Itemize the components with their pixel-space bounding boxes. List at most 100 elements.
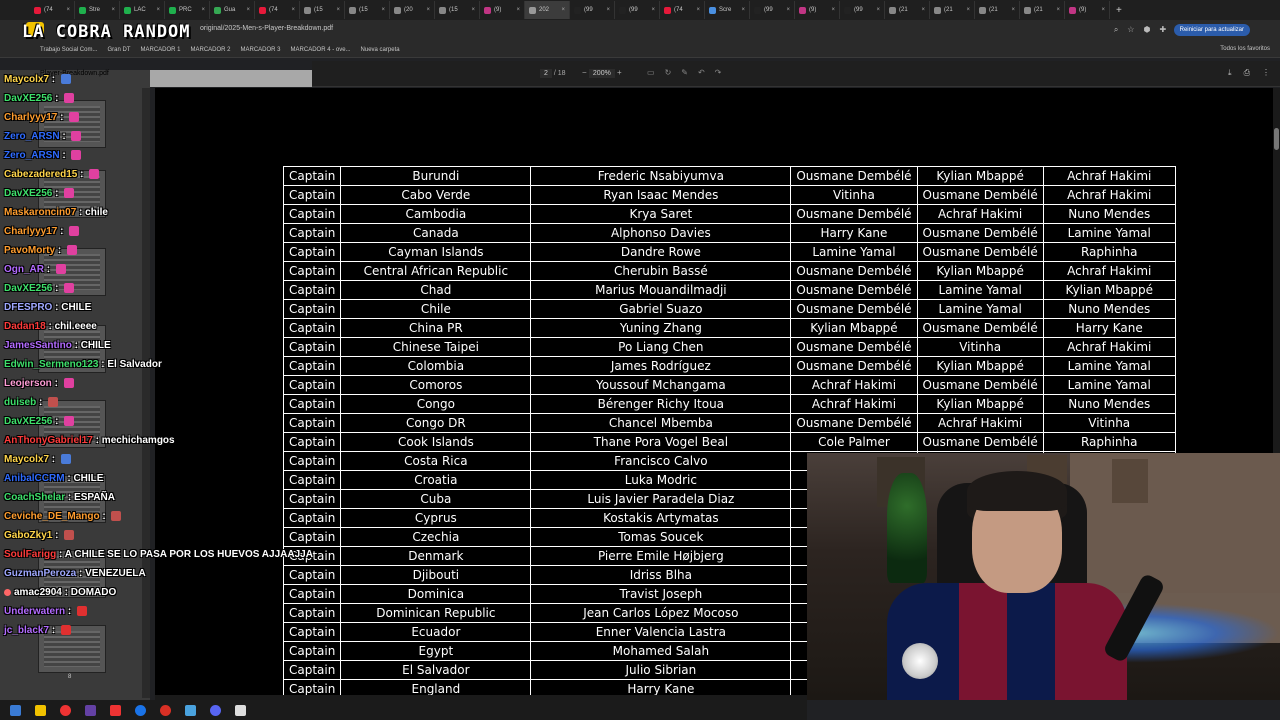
chat-username[interactable]: Maycolx7 — [4, 454, 49, 465]
browser-tab[interactable]: (15 × — [300, 1, 345, 19]
close-tab-icon[interactable]: × — [1011, 7, 1015, 13]
zoom-input[interactable]: 200% — [588, 69, 615, 78]
all-bookmarks-link[interactable]: Todos los favoritos — [1220, 46, 1270, 52]
close-tab-icon[interactable]: × — [111, 7, 115, 13]
close-tab-icon[interactable]: × — [606, 7, 610, 13]
chat-username[interactable]: Edwin_Sermeno123 — [4, 359, 98, 370]
chrome-icon[interactable] — [60, 704, 71, 716]
search-icon[interactable]: ⌕ — [1114, 25, 1118, 35]
browser-tab[interactable]: (99 × — [750, 1, 795, 19]
chat-username[interactable]: AnThonyGabriel17 — [4, 435, 93, 446]
chat-username[interactable]: Ceviche_DE_Mango — [4, 511, 100, 522]
browser-tab[interactable]: (99 × — [570, 1, 615, 19]
twitch-icon[interactable] — [85, 704, 96, 716]
bookmark-item[interactable]: MARCADOR 4 - ove... — [291, 47, 351, 53]
close-tab-icon[interactable]: × — [786, 7, 790, 13]
files-icon[interactable] — [185, 704, 196, 716]
close-tab-icon[interactable]: × — [1101, 7, 1105, 13]
chat-username[interactable]: Cabezadered15 — [4, 169, 77, 180]
thumbnail-scrollbar[interactable] — [142, 88, 150, 698]
download-icon[interactable]: ⤓ — [1228, 68, 1232, 78]
star-icon[interactable]: ☆ — [1127, 25, 1134, 35]
browser-tab[interactable]: Scre × — [705, 1, 750, 19]
browser-tab[interactable]: (21 × — [975, 1, 1020, 19]
browser-tab[interactable]: (74 × — [255, 1, 300, 19]
rotate-icon[interactable]: ↻ — [665, 68, 672, 77]
fit-page-icon[interactable]: ▭ — [647, 68, 655, 77]
close-tab-icon[interactable]: × — [876, 7, 880, 13]
chat-username[interactable]: Leojerson — [4, 378, 52, 389]
terminal-icon[interactable] — [235, 704, 246, 716]
browser-icon[interactable] — [135, 704, 146, 716]
close-tab-icon[interactable]: × — [921, 7, 925, 13]
folder-icon[interactable] — [35, 704, 46, 716]
close-tab-icon[interactable]: × — [561, 7, 565, 13]
bookmark-item[interactable]: Gran DT — [107, 47, 130, 53]
page-input[interactable]: 2 — [540, 69, 552, 78]
close-tab-icon[interactable]: × — [336, 7, 340, 13]
chat-username[interactable]: SoulFarigg — [4, 549, 56, 560]
chat-username[interactable]: DavXE256 — [4, 188, 52, 199]
app-icon[interactable] — [110, 704, 121, 716]
discord-icon[interactable] — [210, 704, 221, 716]
undo-icon[interactable]: ↶ — [698, 68, 705, 77]
chat-username[interactable]: Maskaroncin07 — [4, 207, 76, 218]
browser-tab[interactable]: (99 × — [615, 1, 660, 19]
browser-tab[interactable]: (15 × — [435, 1, 480, 19]
browser-tab[interactable]: (21 × — [1020, 1, 1065, 19]
zoom-out-button[interactable]: − — [582, 68, 587, 77]
chat-username[interactable]: Zero_ARSN — [4, 131, 60, 142]
close-tab-icon[interactable]: × — [696, 7, 700, 13]
zoom-in-button[interactable]: + — [617, 68, 622, 77]
browser-tab[interactable]: (74 × — [660, 1, 705, 19]
browser-tab[interactable]: (15 × — [345, 1, 390, 19]
windows-icon[interactable] — [10, 704, 21, 716]
chat-username[interactable]: Dadan18 — [4, 321, 46, 332]
chat-username[interactable]: CoachShelar — [4, 492, 65, 503]
chat-username[interactable]: DFESPRO — [4, 302, 52, 313]
chat-username[interactable]: GaboZky1 — [4, 530, 52, 541]
chat-username[interactable]: JamesSantino — [4, 340, 72, 351]
browser-tab[interactable]: LAC × — [120, 1, 165, 19]
chat-username[interactable]: Zero_ARSN — [4, 150, 60, 161]
print-icon[interactable]: ⎙ — [1244, 68, 1250, 78]
bookmark-item[interactable]: MARCADOR 1 — [140, 47, 180, 53]
chat-username[interactable]: DavXE256 — [4, 93, 52, 104]
draw-icon[interactable]: ✎ — [681, 68, 688, 77]
bookmark-item[interactable]: MARCADOR 3 — [241, 47, 281, 53]
bookmark-item[interactable]: Nueva carpeta — [361, 47, 400, 53]
close-tab-icon[interactable]: × — [291, 7, 295, 13]
browser-tab[interactable]: (74 × — [30, 1, 75, 19]
chat-username[interactable]: AnibalCCRM — [4, 473, 65, 484]
close-tab-icon[interactable]: × — [66, 7, 70, 13]
browser-tab[interactable]: (21 × — [885, 1, 930, 19]
obs-icon[interactable] — [160, 704, 171, 716]
puzzle-icon[interactable]: ✚ — [1159, 25, 1166, 35]
browser-tab[interactable]: Stre × — [75, 1, 120, 19]
chat-username[interactable]: Charlyyy17 — [4, 226, 57, 237]
browser-tab[interactable]: (99 × — [840, 1, 885, 19]
chat-username[interactable]: Underwatern — [4, 606, 65, 617]
close-tab-icon[interactable]: × — [246, 7, 250, 13]
address-bar[interactable]: original/2025-Men-s-Player-Breakdown.pdf… — [0, 20, 1280, 42]
browser-tab[interactable]: Gua × — [210, 1, 255, 19]
close-tab-icon[interactable]: × — [381, 7, 385, 13]
browser-tab[interactable]: (9) × — [795, 1, 840, 19]
close-tab-icon[interactable]: × — [831, 7, 835, 13]
chat-username[interactable]: Maycolx7 — [4, 74, 49, 85]
bookmark-item[interactable]: MARCADOR 2 — [191, 47, 231, 53]
chat-username[interactable]: GuzmanPeroza — [4, 568, 76, 579]
chat-username[interactable]: jc_black7 — [4, 625, 49, 636]
scrollbar-thumb[interactable] — [1274, 128, 1279, 150]
browser-tab[interactable]: (9) × — [1065, 1, 1110, 19]
chat-username[interactable]: DavXE256 — [4, 416, 52, 427]
chat-username[interactable]: Ogn_AR — [4, 264, 44, 275]
bookmark-item[interactable]: Trabajo Social Com... — [40, 47, 97, 53]
new-tab-button[interactable]: + — [1110, 5, 1128, 16]
chat-username[interactable]: Charlyyy17 — [4, 112, 57, 123]
browser-tab[interactable]: (9) × — [480, 1, 525, 19]
chat-username[interactable]: duiseb — [4, 397, 36, 408]
chat-username[interactable]: amac2904 — [14, 587, 62, 598]
update-button[interactable]: Reiniciar para actualizar — [1173, 24, 1250, 36]
more-icon[interactable]: ⋮ — [1262, 68, 1270, 78]
